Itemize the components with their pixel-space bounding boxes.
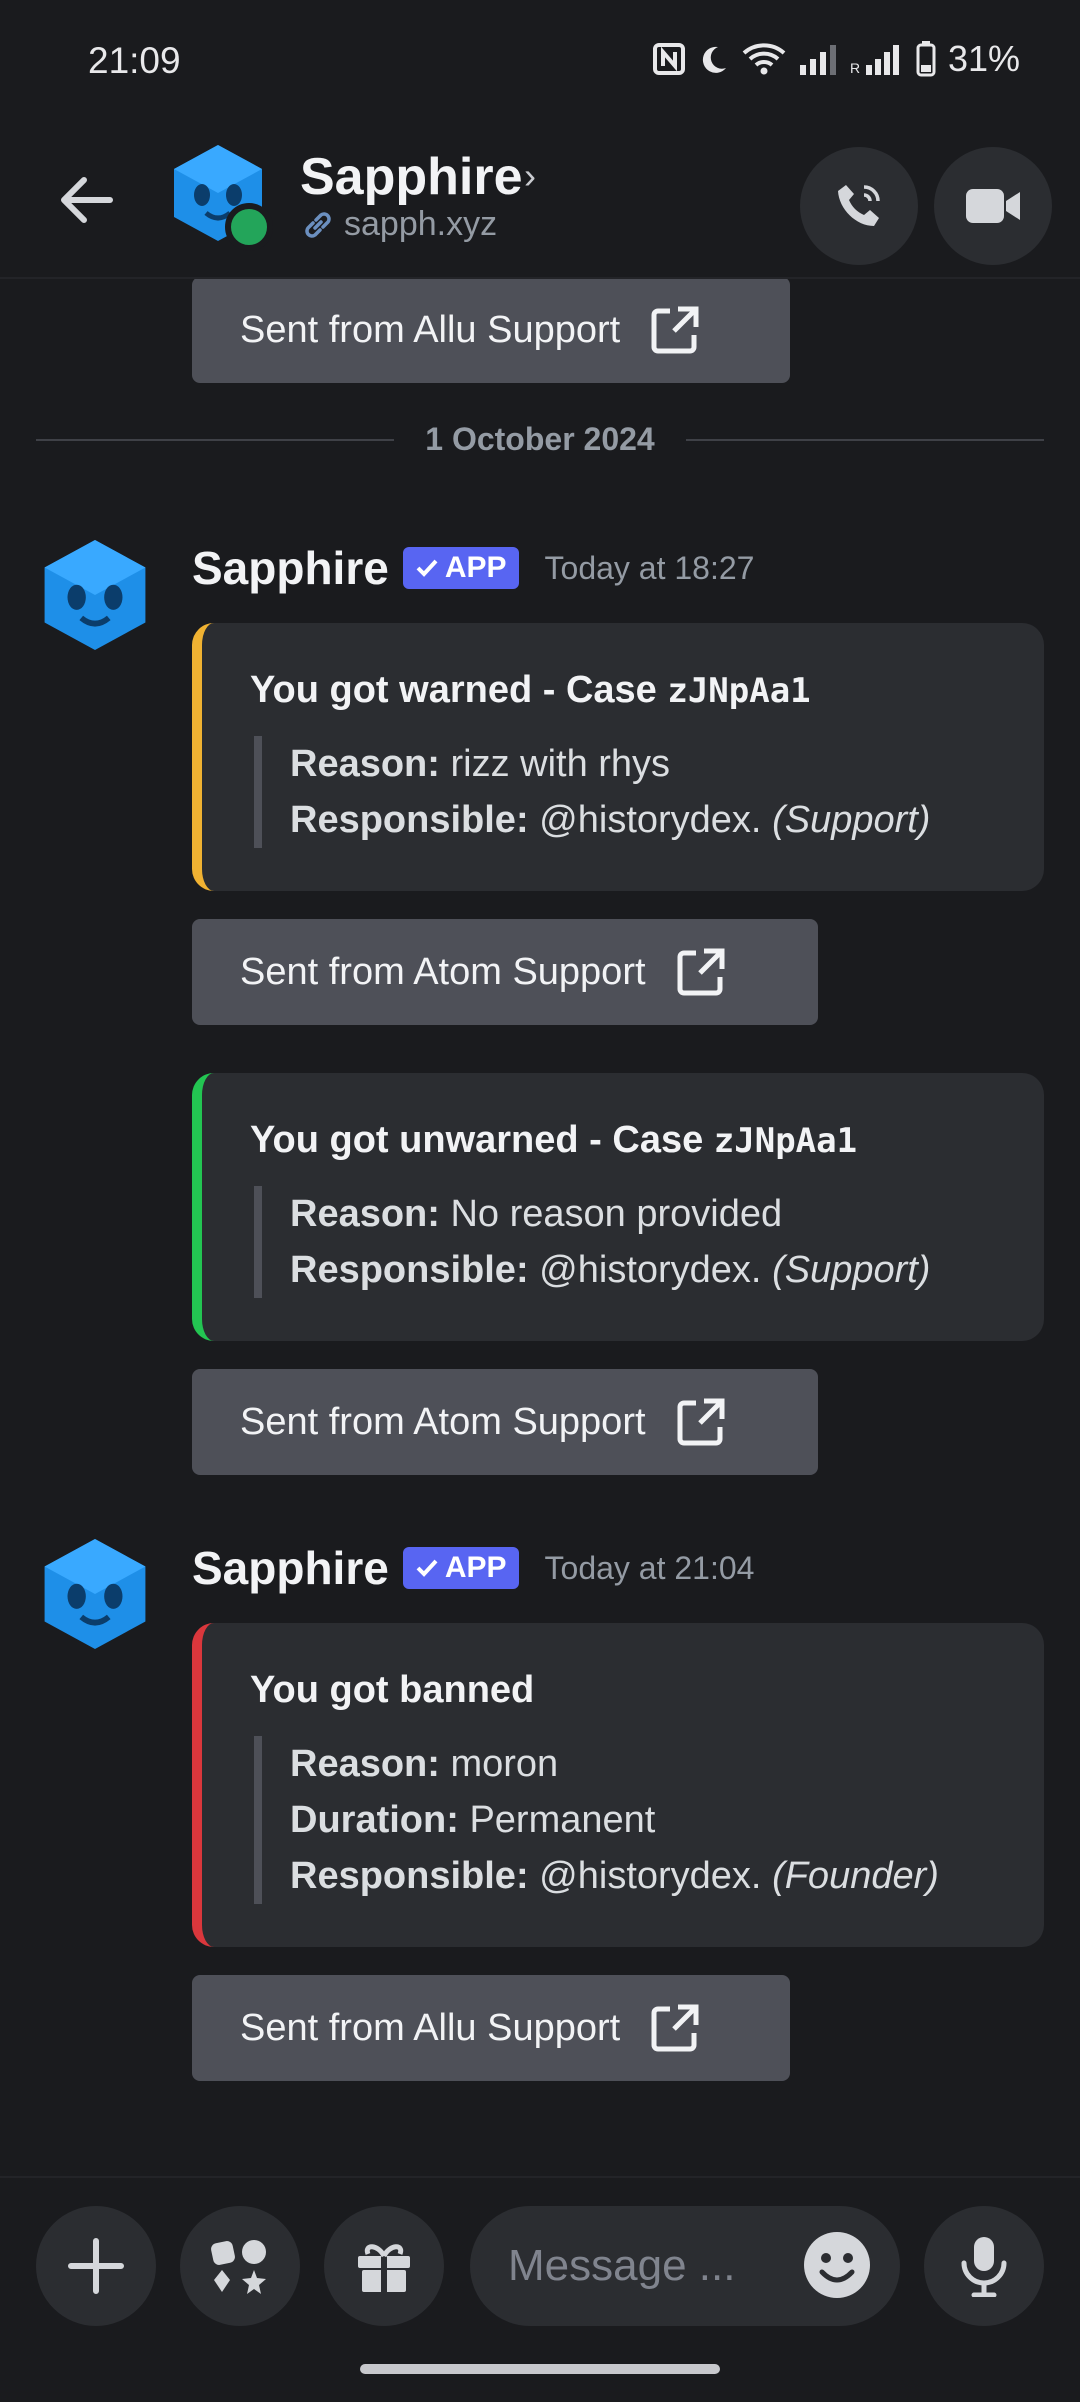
app-badge: APP xyxy=(402,547,519,589)
channel-subtitle[interactable]: sapph.xyz xyxy=(300,205,497,244)
link-button-label: Sent from Allu Support xyxy=(240,2006,621,2049)
external-link-button[interactable]: Sent from Allu Support xyxy=(192,279,790,383)
apps-icon xyxy=(211,2240,266,2294)
embed-title: You got warned - Case zJNpAa1 xyxy=(250,669,811,711)
author-name[interactable]: Sapphire xyxy=(192,541,389,595)
link-button-label: Sent from Allu Support xyxy=(240,308,621,351)
embed-field-reason: Reason: No reason provided xyxy=(290,1193,783,1235)
status-icons: R 31% xyxy=(652,38,1020,80)
app-badge: APP xyxy=(402,1547,519,1589)
dnd-moon-icon xyxy=(702,46,726,73)
battery-percent: 31% xyxy=(947,38,1020,79)
external-link-icon xyxy=(677,948,725,996)
embed-card: You got unwarned - Case zJNpAa1 Reason: … xyxy=(192,1073,1044,1341)
embed-field-reason: Reason: moron xyxy=(290,1743,559,1785)
message-placeholder: Message ... xyxy=(508,2241,736,2290)
signal-roaming-icon: R xyxy=(850,45,899,75)
phone-icon xyxy=(838,185,880,226)
chevron-right-icon[interactable]: › xyxy=(524,155,536,197)
date-divider: 1 October 2024 xyxy=(36,421,1044,457)
status-time: 21:09 xyxy=(88,40,181,81)
emoji-button[interactable] xyxy=(802,2230,872,2300)
external-link-button[interactable]: Sent from Atom Support xyxy=(192,919,818,1025)
message-header: Sapphire APP Today at 21:04 xyxy=(192,1541,754,1595)
author-name[interactable]: Sapphire xyxy=(192,1541,389,1595)
message-header: Sapphire APP Today at 18:27 xyxy=(192,541,754,595)
embed-fields: Reason: No reason provided Responsible: … xyxy=(254,1186,1004,1298)
embed-card: You got warned - Case zJNpAa1 Reason: ri… xyxy=(192,623,1044,891)
emoji-icon xyxy=(804,2232,870,2298)
case-code: zJNpAa1 xyxy=(667,671,811,711)
video-call-button[interactable] xyxy=(934,147,1052,265)
message-avatar[interactable] xyxy=(40,1535,150,1653)
gift-icon xyxy=(358,2244,410,2292)
channel-title[interactable]: Sapphire xyxy=(300,147,523,207)
embed-fields: Reason: moron Duration: Permanent Respon… xyxy=(254,1736,1004,1904)
checkmark-icon xyxy=(416,559,438,577)
svg-text:R: R xyxy=(850,60,860,75)
message-feed[interactable]: Sent from Allu Support 1 October 2024 Sa… xyxy=(0,279,1080,2174)
checkmark-icon xyxy=(416,1559,438,1577)
embed-field-reason: Reason: rizz with rhys xyxy=(290,743,671,785)
external-link-icon xyxy=(651,306,699,354)
subtitle-text: sapph.xyz xyxy=(344,205,498,243)
plus-icon xyxy=(68,2238,124,2294)
embed-field-duration: Duration: Permanent xyxy=(290,1799,656,1841)
add-attachment-button[interactable] xyxy=(36,2206,156,2326)
message-timestamp: Today at 18:27 xyxy=(544,549,755,586)
message-timestamp: Today at 21:04 xyxy=(544,1549,755,1586)
embed-card: You got banned Reason: moron Duration: P… xyxy=(192,1623,1044,1947)
battery-icon xyxy=(916,41,936,77)
link-button-label: Sent from Atom Support xyxy=(240,950,646,993)
link-icon xyxy=(305,211,331,238)
embed-field-responsible: Responsible: @historydex. (Support) xyxy=(290,1249,931,1291)
embed-title: You got banned xyxy=(250,1669,535,1711)
message-avatar[interactable] xyxy=(40,536,150,654)
external-link-button[interactable]: Sent from Allu Support xyxy=(192,1975,790,2081)
gift-button[interactable] xyxy=(324,2206,444,2326)
back-button[interactable] xyxy=(52,165,122,235)
embed-field-responsible: Responsible: @historydex. (Support) xyxy=(290,799,931,841)
status-bar: 21:09 R 31% xyxy=(0,0,1080,120)
date-divider-label: 1 October 2024 xyxy=(36,421,1044,458)
case-code: zJNpAa1 xyxy=(713,1121,858,1161)
message-input[interactable]: Message ... xyxy=(470,2206,900,2326)
home-indicator[interactable] xyxy=(360,2364,720,2374)
embed-fields: Reason: rizz with rhys Responsible: @his… xyxy=(254,736,1004,848)
video-camera-icon xyxy=(966,189,1020,223)
external-link-icon xyxy=(677,1398,725,1446)
signal-icon xyxy=(799,45,836,75)
arrow-left-icon xyxy=(61,177,113,223)
microphone-icon xyxy=(961,2237,1007,2297)
wifi-icon xyxy=(742,43,786,75)
voice-message-button[interactable] xyxy=(924,2206,1044,2326)
online-status-dot xyxy=(225,203,273,251)
voice-call-button[interactable] xyxy=(800,147,918,265)
apps-button[interactable] xyxy=(180,2206,300,2326)
nfc-icon xyxy=(652,43,685,75)
external-link-icon xyxy=(651,2004,699,2052)
link-button-label: Sent from Atom Support xyxy=(240,1400,646,1443)
embed-title: You got unwarned - Case zJNpAa1 xyxy=(250,1119,858,1161)
channel-header: Sapphire › sapph.xyz xyxy=(0,125,1080,279)
external-link-button[interactable]: Sent from Atom Support xyxy=(192,1369,818,1475)
embed-field-responsible: Responsible: @historydex. (Founder) xyxy=(290,1855,939,1897)
